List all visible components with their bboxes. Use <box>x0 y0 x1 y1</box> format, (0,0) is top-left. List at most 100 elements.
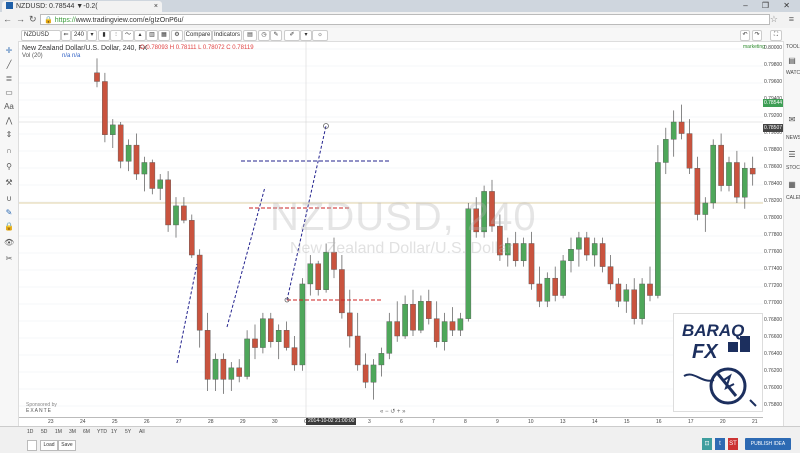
zoom-out-icon[interactable]: − <box>385 409 389 415</box>
browser-tab[interactable]: NZDUSD: 0.78544 ▼-0.2(× <box>2 1 162 12</box>
range-button[interactable]: 3M <box>69 429 76 435</box>
compare-button[interactable]: Compare <box>184 30 212 41</box>
scroll-left-icon[interactable]: « <box>380 409 383 415</box>
calendar-icon[interactable]: ▦ <box>786 180 798 189</box>
load-button[interactable]: Load <box>40 440 58 451</box>
scroll-right-icon[interactable]: » <box>402 409 405 415</box>
share-icon[interactable]: ⊡ <box>702 438 712 450</box>
range-button[interactable]: 1Y <box>111 429 117 435</box>
range-button[interactable]: 5D <box>41 429 47 435</box>
lock-icon: 🔒 <box>44 17 53 24</box>
undo-icon[interactable]: ↶ <box>740 30 750 41</box>
measure-icon[interactable]: ⇕ <box>4 130 14 140</box>
browser-menu-icon[interactable]: ≡ <box>789 14 794 24</box>
right-tools-label[interactable]: TOOLS <box>786 44 800 50</box>
time-label: 13 <box>560 419 566 425</box>
area-icon[interactable]: ▴ <box>134 30 146 41</box>
settings-checkbox[interactable] <box>27 440 37 451</box>
zoom-in-icon[interactable]: + <box>397 409 401 415</box>
url-protocol: https:// <box>54 17 76 24</box>
lock-drawings-icon[interactable]: 🔒 <box>4 222 14 232</box>
ohlc-values: O 0.78093 H 0.78111 L 0.78072 C 0.78119 <box>140 45 254 51</box>
time-label: 3 <box>368 419 371 425</box>
right-news-label[interactable]: NEWS <box>786 135 800 141</box>
candle-bullish <box>623 289 630 302</box>
range-button[interactable]: All <box>139 429 145 435</box>
lightbulb-icon[interactable]: ☼ <box>312 30 328 41</box>
chart-title[interactable]: New Zealand Dollar/U.S. Dollar, 240, FX <box>22 45 147 52</box>
right-calend-label[interactable]: CALEND <box>786 195 800 201</box>
watchlist-icon[interactable]: ▤ <box>786 56 798 65</box>
forward-icon[interactable]: → <box>16 14 29 24</box>
zoom-controls[interactable]: « − ↺ + » <box>380 408 405 415</box>
hotlist-icon[interactable]: ☰ <box>786 150 798 159</box>
bars-icon[interactable]: ⫶ <box>110 30 122 41</box>
reset-icon[interactable]: ↺ <box>390 409 395 415</box>
reload-icon[interactable]: ↻ <box>29 14 41 24</box>
renko-icon[interactable]: ▦ <box>158 30 170 41</box>
hide-drawings-icon[interactable]: 👁 <box>4 238 14 248</box>
symbol-input[interactable]: NZDUSD <box>21 30 61 41</box>
rectangle-icon[interactable]: ▭ <box>4 88 14 98</box>
range-button[interactable]: 5Y <box>125 429 131 435</box>
social-icon[interactable]: t <box>715 438 725 450</box>
right-watch-label[interactable]: WATCH <box>786 70 800 76</box>
hide-icon[interactable]: ✎ <box>270 30 282 41</box>
back-icon[interactable]: ← <box>3 14 16 24</box>
redo-icon[interactable]: ↷ <box>752 30 762 41</box>
window-controls[interactable]: – ❐ ✕ <box>743 0 796 11</box>
interval-240-button[interactable]: 240 <box>71 30 87 41</box>
fib-icon[interactable]: ≣ <box>4 74 14 84</box>
chat-icon[interactable]: ✉ <box>786 115 798 124</box>
price-label: 0.78800 <box>764 147 783 153</box>
brush-icon[interactable]: ⚒ <box>4 178 14 188</box>
line-icon[interactable]: 〜 <box>122 30 134 41</box>
range-button[interactable]: 1D <box>27 429 33 435</box>
right-stockt-label[interactable]: STOCKT <box>786 165 800 171</box>
heikin-icon[interactable]: ▥ <box>146 30 158 41</box>
pattern-icon[interactable]: ⋀ <box>4 116 14 126</box>
save-button[interactable]: Save <box>58 440 76 451</box>
templates-icon[interactable]: ▤ <box>243 30 257 41</box>
magnet-icon[interactable]: ∩ <box>4 146 14 156</box>
time-label: 28 <box>208 419 214 425</box>
candle-bearish <box>354 335 361 366</box>
candle-bearish <box>196 254 203 331</box>
watermark-name: New Zealand Dollar/U.S. Dollar <box>290 240 513 257</box>
interval-back-icon[interactable]: ⇐ <box>61 30 71 41</box>
stocktwits-button[interactable]: ST <box>728 438 738 450</box>
range-button[interactable]: 6M <box>83 429 90 435</box>
interval-dropdown-icon[interactable]: ▾ <box>87 30 97 41</box>
price-label: 0.77800 <box>764 232 783 238</box>
range-button[interactable]: 1M <box>55 429 62 435</box>
dropdown-icon[interactable]: ▾ <box>300 30 312 41</box>
nav-buttons[interactable]: ←→↻ <box>3 14 41 25</box>
alert-icon[interactable]: ◷ <box>258 30 270 41</box>
drawing-pen-icon[interactable]: ✐ <box>284 30 300 41</box>
candle-bullish <box>742 168 748 198</box>
price-label: 0.76800 <box>764 317 783 323</box>
url-field[interactable]: 🔒 https://www.tradingview.com/e/gIzOnP6u/ <box>40 14 770 25</box>
cursor-icon[interactable]: ✛ <box>4 46 14 56</box>
indicators-button[interactable]: Indicators <box>212 30 242 41</box>
range-button[interactable]: YTD <box>97 429 107 435</box>
fullscreen-icon[interactable]: ⛶ <box>770 30 782 41</box>
magnet2-icon[interactable]: ∪ <box>4 194 14 204</box>
close-tab-icon[interactable]: × <box>154 1 158 12</box>
settings-gear-icon[interactable]: ⚙ <box>171 30 183 41</box>
zoom-icon[interactable]: ⚲ <box>4 162 14 172</box>
volume-indicator-label[interactable]: Vol (20) <box>22 53 43 59</box>
sponsor-block[interactable]: Sponsored by EXANTE <box>26 402 57 414</box>
volume-values: n/a n/a <box>62 53 80 59</box>
text-icon[interactable]: Aa <box>4 102 14 112</box>
remove-drawings-icon[interactable]: ✂ <box>4 254 14 264</box>
candle-bullish <box>109 124 116 135</box>
candle-bullish <box>378 353 385 366</box>
bookmark-star-icon[interactable]: ☆ <box>770 14 778 25</box>
trendline-icon[interactable]: ╱ <box>4 60 14 70</box>
chart-type-icon[interactable]: ▮ <box>98 30 110 41</box>
sponsor-name: EXANTE <box>26 408 53 414</box>
publish-idea-button[interactable]: PUBLISH IDEA <box>745 438 791 450</box>
candle-bearish <box>678 121 685 134</box>
stay-drawing-icon[interactable]: ✎ <box>4 208 14 218</box>
